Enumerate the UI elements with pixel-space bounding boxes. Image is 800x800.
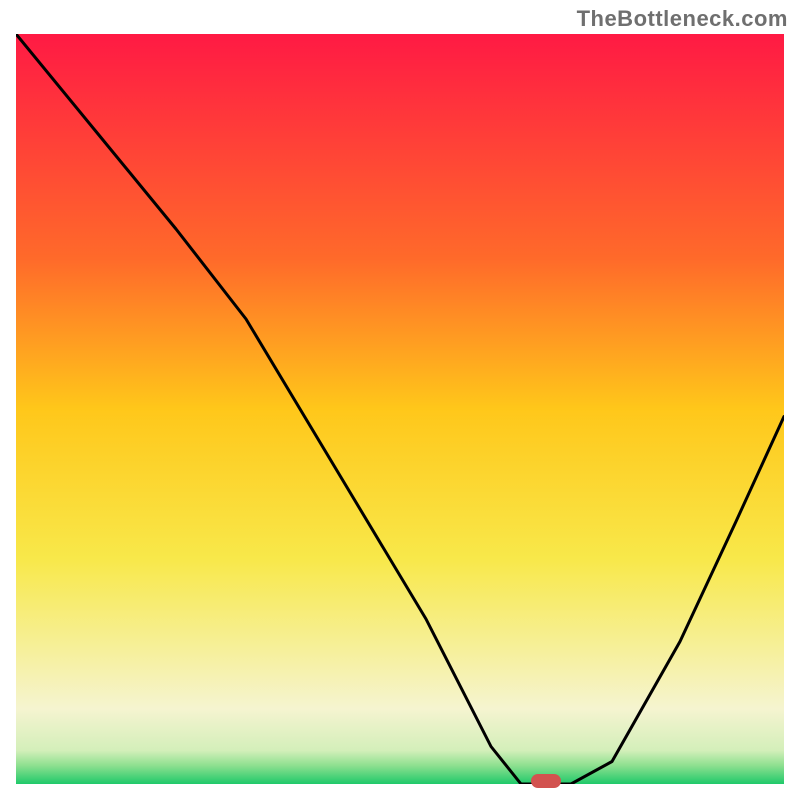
plot-area [16,34,784,784]
optimal-marker [531,774,561,788]
gradient-background [16,34,784,784]
chart-svg [16,34,784,784]
watermark-text: TheBottleneck.com [577,6,788,32]
chart-container: TheBottleneck.com [0,0,800,800]
